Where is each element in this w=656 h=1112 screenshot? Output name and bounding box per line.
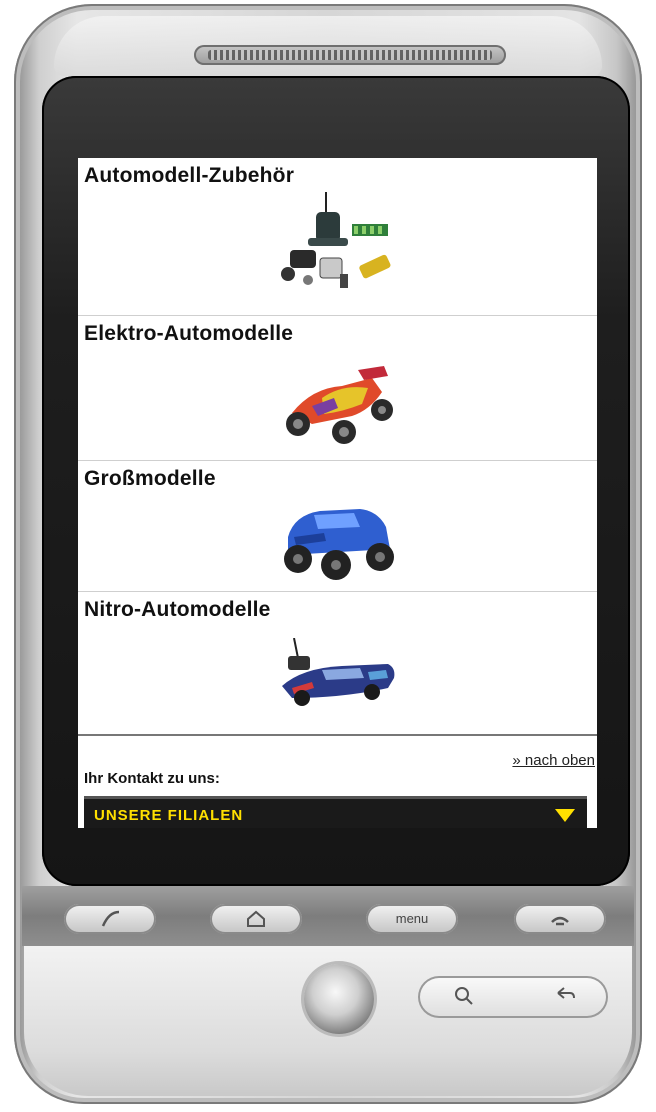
search-icon — [455, 987, 473, 1005]
back-to-top-link[interactable]: » nach oben — [512, 752, 595, 769]
menu-key-label: menu — [395, 911, 429, 926]
nitro-car-image — [282, 638, 395, 706]
home-key[interactable] — [210, 904, 302, 934]
home-icon — [247, 910, 265, 927]
electric-buggy-image — [286, 366, 393, 444]
hardware-keybar: menu — [22, 886, 634, 946]
phone-icon — [101, 910, 120, 927]
monster-truck-image — [284, 509, 394, 580]
trackball[interactable] — [304, 964, 374, 1034]
back-arrow-icon — [557, 987, 575, 999]
category-title: Großmodelle — [84, 467, 216, 490]
menu-key[interactable]: menu — [366, 904, 458, 934]
category-title: Automodell-Zubehör — [84, 164, 295, 187]
search-back-key-pill — [418, 976, 608, 1018]
category-item-grossmodelle[interactable]: Großmodelle — [78, 461, 597, 592]
triangle-down-icon — [555, 809, 575, 822]
call-key[interactable] — [64, 904, 156, 934]
end-call-key[interactable] — [514, 904, 606, 934]
end-call-icon — [551, 916, 569, 926]
branches-dropdown-label: UNSERE FILIALEN — [94, 807, 244, 824]
contact-heading: Ihr Kontakt zu uns: — [84, 770, 220, 787]
phone-screen: Automodell-Zubehör Elektro-Automodelle G… — [78, 158, 597, 828]
category-title: Elektro-Automodelle — [84, 322, 294, 345]
earpiece-speaker — [194, 45, 506, 65]
category-item-elektro-automodelle[interactable]: Elektro-Automodelle — [78, 316, 597, 461]
search-key[interactable] — [452, 984, 476, 1013]
back-key[interactable] — [552, 984, 578, 1013]
category-title: Nitro-Automodelle — [84, 598, 271, 621]
page-footer: » nach oben Ihr Kontakt zu uns: UNSERE F… — [78, 734, 597, 828]
speaker-grill — [208, 50, 492, 60]
rc-accessories-image — [281, 192, 391, 288]
category-item-automodell-zubehoer[interactable]: Automodell-Zubehör — [78, 158, 597, 316]
category-item-nitro-automodelle[interactable]: Nitro-Automodelle — [78, 592, 597, 735]
branches-dropdown[interactable]: UNSERE FILIALEN — [84, 796, 587, 828]
